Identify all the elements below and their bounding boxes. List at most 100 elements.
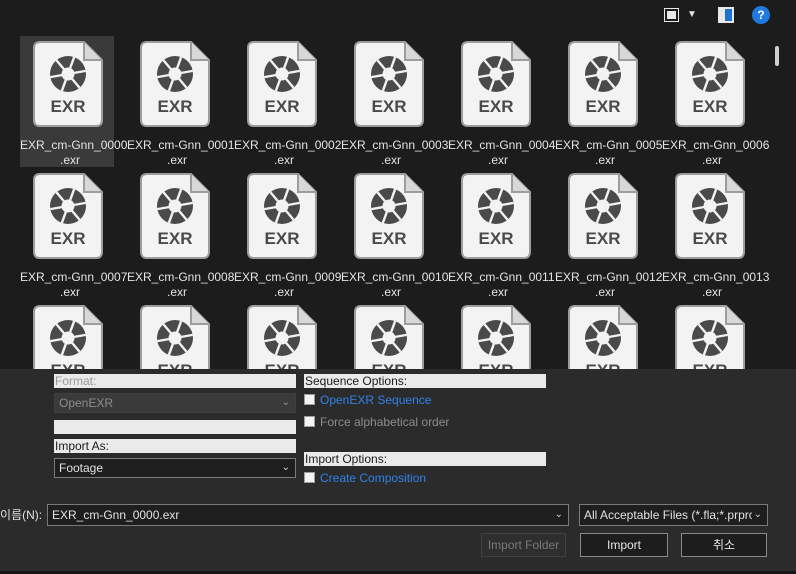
file-type-text: EXR [693,97,728,116]
chevron-down-icon[interactable]: ⌄ [555,505,563,525]
file-item[interactable]: EXR EXR_cm-Gnn_0007 .exr [20,168,127,299]
file-type-text: EXR [51,97,86,116]
file-type-text: EXR [372,97,407,116]
import-as-select[interactable]: Footage ⌄ [54,458,296,478]
filetype-select[interactable]: All Acceptable Files (*.fla;*.prproj ⌄ [579,504,768,526]
file-item[interactable]: EXR EXR_cm-Gnn_0001 .exr [127,36,234,167]
file-name: EXR_cm-Gnn_0000 .exr [20,138,128,167]
file-name: EXR_cm-Gnn_0004 .exr [448,138,556,167]
file-item[interactable]: EXR EXR_cm-Gnn_0008 .exr [127,168,234,299]
exr-file-icon: EXR [674,40,746,128]
exr-file-icon: EXR [353,172,425,260]
file-item[interactable]: EXR EXR_cm-Gnn_0010 .exr [341,168,448,299]
scrollbar-thumb[interactable] [775,46,779,66]
file-name: EXR_cm-Gnn_0007 .exr [20,270,128,299]
preview-pane-icon[interactable] [717,6,735,24]
exr-file-icon: EXR [139,172,211,260]
file-item[interactable]: EXR EXR_cm-Gnn_0011 .exr [448,168,555,299]
file-type-text: EXR [265,361,300,369]
file-name: EXR_cm-Gnn_0006 .exr [662,138,770,167]
file-type-text: EXR [479,361,514,369]
file-name: EXR_cm-Gnn_0009 .exr [234,270,342,299]
file-item[interactable]: EXR EXR_cm-Gnn_0009 .exr [234,168,341,299]
chevron-down-icon: ⌄ [281,462,290,473]
file-name: EXR_cm-Gnn_0003 .exr [341,138,449,167]
exr-file-icon: EXR [353,304,425,369]
file-item[interactable]: EXR [234,300,328,369]
file-type-text: EXR [372,229,407,248]
cancel-button[interactable]: 취소 [681,533,767,557]
file-item[interactable]: EXR EXR_cm-Gnn_0005 .exr [555,36,662,167]
force-alphabetical-checkbox[interactable]: Force alphabetical order [304,414,504,430]
openexr-sequence-checkbox[interactable]: OpenEXR Sequence [304,392,504,408]
help-icon[interactable]: ? [752,6,770,24]
file-item[interactable]: EXR EXR_cm-Gnn_0004 .exr [448,36,555,167]
filename-label: 이름(N): [0,508,43,522]
file-type-text: EXR [586,229,621,248]
file-item[interactable]: EXR EXR_cm-Gnn_0012 .exr [555,168,662,299]
file-type-text: EXR [51,229,86,248]
import-options-label: Import Options: [304,452,546,466]
create-composition-label[interactable]: Create Composition [320,470,426,486]
file-type-text: EXR [586,97,621,116]
file-name: EXR_cm-Gnn_0011 .exr [448,270,555,299]
file-item[interactable]: EXR [20,300,114,369]
file-name: EXR_cm-Gnn_0008 .exr [127,270,235,299]
file-item[interactable]: EXR EXR_cm-Gnn_0002 .exr [234,36,341,167]
thumbnail-view-icon[interactable] [662,6,680,24]
checkbox-box[interactable] [304,416,315,427]
exr-file-icon: EXR [139,40,211,128]
file-grid: EXR EXR_cm-Gnn_0000 .exr EXR EXR_cm-Gnn_000… [0,32,770,369]
vertical-scrollbar[interactable] [772,32,782,369]
file-item[interactable]: EXR [341,300,435,369]
view-menu-chevron-down-icon[interactable]: ▼ [686,6,698,24]
create-composition-checkbox[interactable]: Create Composition [304,470,504,486]
file-item[interactable]: EXR EXR_cm-Gnn_0000 .exr [20,36,127,167]
exr-file-icon: EXR [246,40,318,128]
file-name: EXR_cm-Gnn_0010 .exr [341,270,449,299]
file-type-text: EXR [479,229,514,248]
file-name: EXR_cm-Gnn_0005 .exr [555,138,663,167]
exr-file-icon: EXR [139,304,211,369]
exr-file-icon: EXR [246,304,318,369]
exr-file-icon: EXR [32,40,104,128]
file-type-text: EXR [586,361,621,369]
file-item[interactable]: EXR [127,300,221,369]
top-toolbar: ▼ ? [0,0,796,32]
file-item[interactable]: EXR EXR_cm-Gnn_0003 .exr [341,36,448,167]
format-select[interactable]: OpenEXR ⌄ [54,393,296,413]
exr-file-icon: EXR [567,304,639,369]
filename-input[interactable]: EXR_cm-Gnn_0000.exr ⌄ [47,504,569,526]
file-name: EXR_cm-Gnn_0012 .exr [555,270,663,299]
exr-file-icon: EXR [460,304,532,369]
file-item[interactable]: EXR [662,300,756,369]
import-as-value: Footage [59,461,104,475]
import-button[interactable]: Import [580,533,668,557]
chevron-down-icon: ⌄ [751,505,762,525]
checkbox-box[interactable] [304,394,315,405]
checkbox-box[interactable] [304,472,315,483]
file-type-text: EXR [158,361,193,369]
exr-file-icon: EXR [32,172,104,260]
file-name: EXR_cm-Gnn_0013 .exr [662,270,770,299]
file-type-text: EXR [693,361,728,369]
exr-file-icon: EXR [567,172,639,260]
file-type-text: EXR [265,229,300,248]
file-item[interactable]: EXR [555,300,649,369]
file-item[interactable]: EXR [448,300,542,369]
import-folder-button[interactable]: Import Folder [481,533,566,557]
blank-field-strip [54,420,296,434]
filetype-value: All Acceptable Files (*.fla;*.prproj [584,508,759,522]
exr-file-icon: EXR [460,172,532,260]
openexr-sequence-label[interactable]: OpenEXR Sequence [320,392,431,408]
file-item[interactable]: EXR EXR_cm-Gnn_0006 .exr [662,36,769,167]
file-name: EXR_cm-Gnn_0002 .exr [234,138,342,167]
file-type-text: EXR [693,229,728,248]
file-type-text: EXR [158,229,193,248]
force-alphabetical-label: Force alphabetical order [320,415,450,429]
exr-file-icon: EXR [567,40,639,128]
file-type-text: EXR [158,97,193,116]
sequence-options-label: Sequence Options: [304,374,546,388]
file-type-text: EXR [372,361,407,369]
file-item[interactable]: EXR EXR_cm-Gnn_0013 .exr [662,168,769,299]
